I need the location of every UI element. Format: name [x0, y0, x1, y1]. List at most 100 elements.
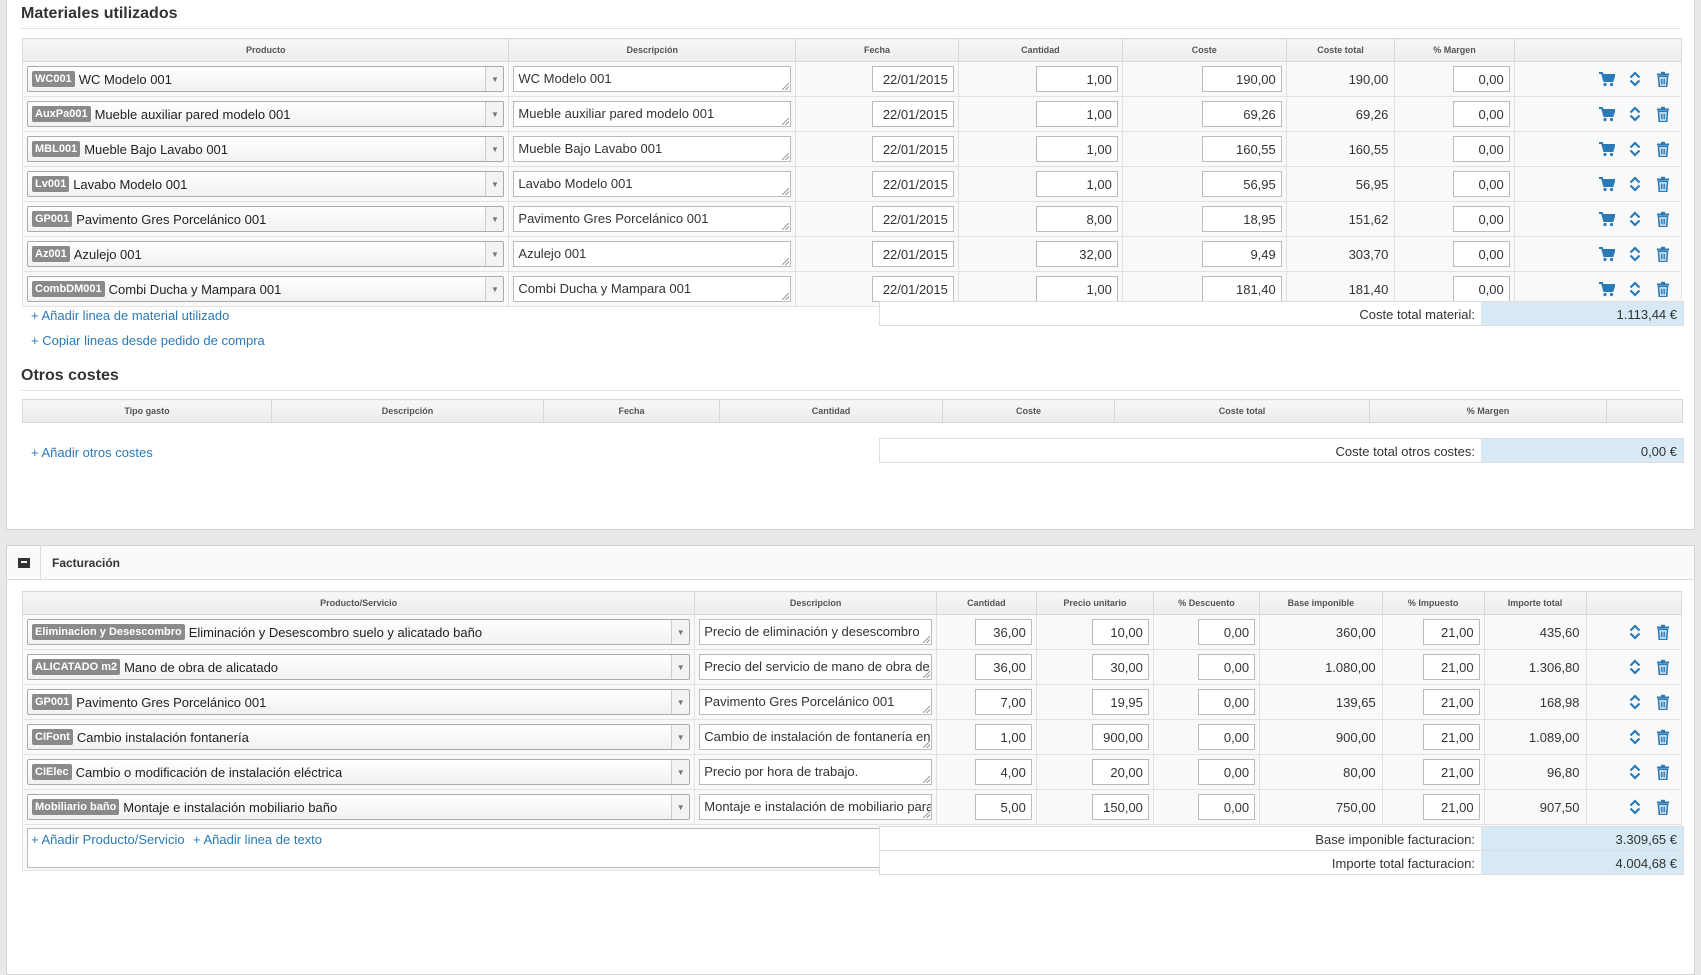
description-textarea[interactable]: Precio por hora de trabajo. [699, 759, 933, 785]
product-select[interactable]: GP001 Pavimento Gres Porcelánico 001 ▼ [27, 689, 691, 715]
description-textarea[interactable]: Cambio de instalación de fontanería en [699, 724, 933, 750]
description-textarea[interactable]: Lavabo Modelo 001 [513, 171, 792, 197]
precio-unitario-input[interactable]: 19,95 [1091, 689, 1149, 715]
trash-icon[interactable] [1655, 764, 1671, 780]
cantidad-input[interactable]: 7,00 [974, 689, 1032, 715]
trash-icon[interactable] [1655, 211, 1671, 227]
fecha-input[interactable]: 22/01/2015 [871, 66, 954, 92]
move-updown-icon[interactable] [1627, 246, 1643, 262]
product-select[interactable]: CombDM001 Combi Ducha y Mampara 001 ▼ [27, 276, 505, 302]
fecha-input[interactable]: 22/01/2015 [871, 171, 954, 197]
cart-icon[interactable] [1599, 211, 1615, 227]
trash-icon[interactable] [1655, 71, 1671, 87]
add-other-costs-link[interactable]: + Añadir otros costes [31, 445, 153, 460]
impuesto-input[interactable]: 21,00 [1422, 759, 1480, 785]
move-updown-icon[interactable] [1627, 176, 1643, 192]
description-textarea[interactable]: Mueble Bajo Lavabo 001 [513, 136, 792, 162]
margen-input[interactable]: 0,00 [1452, 101, 1510, 127]
move-updown-icon[interactable] [1627, 211, 1643, 227]
copy-purchase-lines-link[interactable]: + Copiar lineas desde pedido de compra [31, 333, 265, 348]
trash-icon[interactable] [1655, 694, 1671, 710]
coste-input[interactable]: 56,95 [1201, 171, 1282, 197]
product-select[interactable]: CIFont Cambio instalación fontanería ▼ [27, 724, 691, 750]
cantidad-input[interactable]: 1,00 [1035, 101, 1118, 127]
fecha-input[interactable]: 22/01/2015 [871, 206, 954, 232]
cantidad-input[interactable]: 36,00 [974, 619, 1032, 645]
trash-icon[interactable] [1655, 176, 1671, 192]
cart-icon[interactable] [1599, 106, 1615, 122]
product-select[interactable]: Az001 Azulejo 001 ▼ [27, 241, 505, 267]
trash-icon[interactable] [1655, 106, 1671, 122]
description-textarea[interactable]: Pavimento Gres Porcelánico 001 [699, 689, 933, 715]
impuesto-input[interactable]: 21,00 [1422, 619, 1480, 645]
move-updown-icon[interactable] [1627, 764, 1643, 780]
cantidad-input[interactable]: 1,00 [1035, 171, 1118, 197]
coste-input[interactable]: 69,26 [1201, 101, 1282, 127]
move-updown-icon[interactable] [1627, 694, 1643, 710]
product-select[interactable]: WC001 WC Modelo 001 ▼ [27, 66, 505, 92]
impuesto-input[interactable]: 21,00 [1422, 794, 1480, 820]
cantidad-input[interactable]: 1,00 [974, 724, 1032, 750]
impuesto-input[interactable]: 21,00 [1422, 689, 1480, 715]
fecha-input[interactable]: 22/01/2015 [871, 101, 954, 127]
descuento-input[interactable]: 0,00 [1198, 724, 1256, 750]
description-textarea[interactable]: Mueble auxiliar pared modelo 001 [513, 101, 792, 127]
cantidad-input[interactable]: 1,00 [1035, 66, 1118, 92]
precio-unitario-input[interactable]: 20,00 [1091, 759, 1149, 785]
product-select[interactable]: Mobiliario baño Montaje e instalación mob… [27, 794, 691, 820]
descuento-input[interactable]: 0,00 [1198, 759, 1256, 785]
cantidad-input[interactable]: 4,00 [974, 759, 1032, 785]
fecha-input[interactable]: 22/01/2015 [871, 241, 954, 267]
coste-input[interactable]: 9,49 [1201, 241, 1282, 267]
product-select[interactable]: AuxPa001 Mueble auxiliar pared modelo 001… [27, 101, 505, 127]
precio-unitario-input[interactable]: 150,00 [1091, 794, 1149, 820]
description-textarea[interactable]: Montaje e instalación de mobiliario para [699, 794, 933, 820]
description-textarea[interactable]: Precio de eliminación y desescombro [699, 619, 933, 645]
product-select[interactable]: CIElec Cambio o modificación de instalaci… [27, 759, 691, 785]
cart-icon[interactable] [1599, 71, 1615, 87]
descuento-input[interactable]: 0,00 [1198, 619, 1256, 645]
impuesto-input[interactable]: 21,00 [1422, 724, 1480, 750]
description-textarea[interactable]: WC Modelo 001 [513, 66, 792, 92]
description-textarea[interactable]: Azulejo 001 [513, 241, 792, 267]
move-updown-icon[interactable] [1627, 106, 1643, 122]
trash-icon[interactable] [1655, 281, 1671, 297]
product-select[interactable]: Eliminacion y Desescombro Eliminación y D… [27, 619, 691, 645]
coste-input[interactable]: 18,95 [1201, 206, 1282, 232]
description-textarea[interactable]: Combi Ducha y Mampara 001 [513, 276, 792, 302]
cantidad-input[interactable]: 32,00 [1035, 241, 1118, 267]
fecha-input[interactable]: 22/01/2015 [871, 136, 954, 162]
coste-input[interactable]: 181,40 [1201, 276, 1282, 302]
cart-icon[interactable] [1599, 246, 1615, 262]
product-select[interactable]: MBL001 Mueble Bajo Lavabo 001 ▼ [27, 136, 505, 162]
move-updown-icon[interactable] [1627, 71, 1643, 87]
precio-unitario-input[interactable]: 30,00 [1091, 654, 1149, 680]
trash-icon[interactable] [1655, 799, 1671, 815]
trash-icon[interactable] [1655, 141, 1671, 157]
cantidad-input[interactable]: 36,00 [974, 654, 1032, 680]
impuesto-input[interactable]: 21,00 [1422, 654, 1480, 680]
move-updown-icon[interactable] [1627, 799, 1643, 815]
trash-icon[interactable] [1655, 624, 1671, 640]
description-textarea[interactable]: Precio del servicio de mano de obra de [699, 654, 933, 680]
margen-input[interactable]: 0,00 [1452, 171, 1510, 197]
product-select[interactable]: Lv001 Lavabo Modelo 001 ▼ [27, 171, 505, 197]
product-select[interactable]: GP001 Pavimento Gres Porcelánico 001 ▼ [27, 206, 505, 232]
move-updown-icon[interactable] [1627, 729, 1643, 745]
precio-unitario-input[interactable]: 900,00 [1091, 724, 1149, 750]
cantidad-input[interactable]: 1,00 [1035, 276, 1118, 302]
coste-input[interactable]: 190,00 [1201, 66, 1282, 92]
margen-input[interactable]: 0,00 [1452, 136, 1510, 162]
move-updown-icon[interactable] [1627, 141, 1643, 157]
descuento-input[interactable]: 0,00 [1198, 689, 1256, 715]
move-updown-icon[interactable] [1627, 659, 1643, 675]
cantidad-input[interactable]: 5,00 [974, 794, 1032, 820]
trash-icon[interactable] [1655, 729, 1671, 745]
cart-icon[interactable] [1599, 176, 1615, 192]
descuento-input[interactable]: 0,00 [1198, 794, 1256, 820]
descuento-input[interactable]: 0,00 [1198, 654, 1256, 680]
fecha-input[interactable]: 22/01/2015 [871, 276, 954, 302]
product-select[interactable]: ALICATADO m2 Mano de obra de alicatado ▼ [27, 654, 691, 680]
move-updown-icon[interactable] [1627, 281, 1643, 297]
margen-input[interactable]: 0,00 [1452, 276, 1510, 302]
